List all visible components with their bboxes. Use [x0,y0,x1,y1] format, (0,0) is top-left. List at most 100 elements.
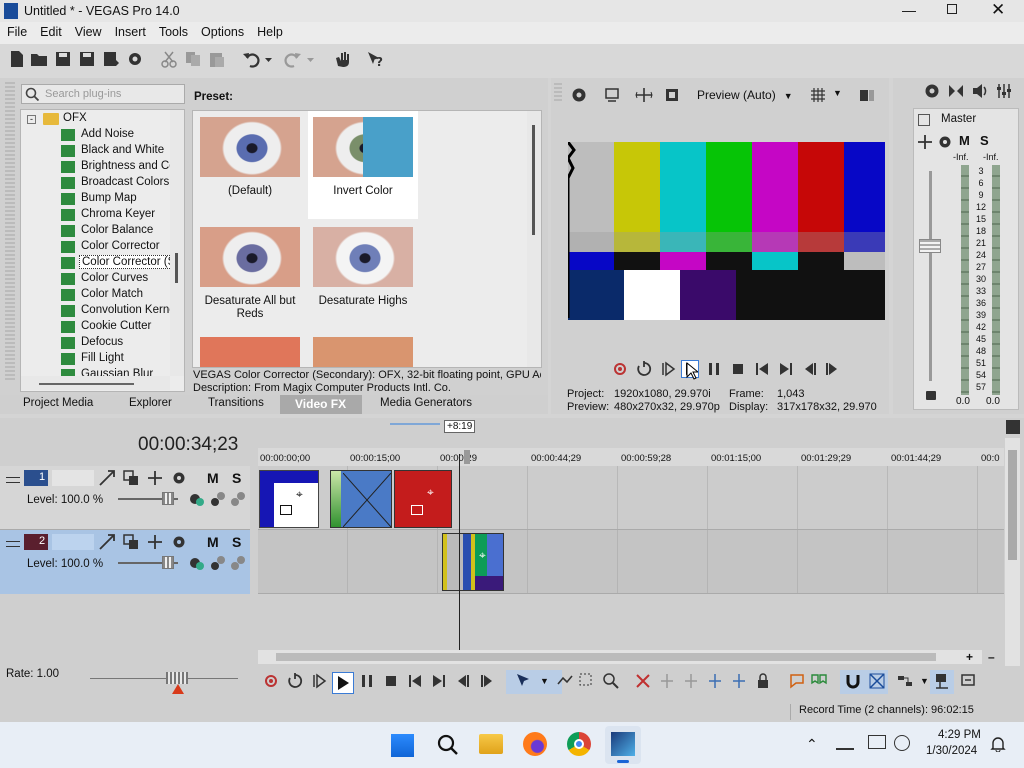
search-input[interactable]: Search plug-ins [21,84,185,104]
trim-start-icon[interactable] [682,672,700,690]
menu-file[interactable]: File [0,22,33,44]
preset-thumbnail[interactable] [308,331,418,367]
video-clip[interactable] [330,470,392,528]
tree-hscrollbar[interactable] [21,376,170,390]
playback-cursor[interactable] [459,454,460,650]
redo-dropdown-icon[interactable] [306,50,316,70]
ripple-edit-icon[interactable] [896,672,914,690]
track-motion-icon[interactable] [98,469,116,487]
trim-icon[interactable] [658,672,676,690]
preset-thumbnail-selected[interactable]: Invert Color [308,111,418,219]
blend-mode-icon[interactable] [188,490,206,508]
track-header-2[interactable]: 2 M S Level: 100.0 % [0,530,250,594]
clock-time[interactable]: 4:29 PM [938,729,981,741]
marker-bar-icon[interactable] [1006,420,1020,434]
new-icon[interactable] [8,50,28,70]
video-clip-selected[interactable]: ⌖ [442,533,504,591]
menu-edit[interactable]: Edit [33,22,68,44]
file-explorer-icon[interactable] [479,734,503,754]
menu-view[interactable]: View [68,22,108,44]
next-frame-icon[interactable] [478,672,496,690]
loop-icon[interactable] [635,360,653,378]
plugin-item[interactable]: Color Curves [61,271,184,287]
ignore-grouping-icon[interactable] [960,672,978,690]
parent-composite-icon[interactable] [209,554,227,572]
collapse-track-icon[interactable] [6,477,20,483]
parent-composite-icon[interactable] [209,490,227,508]
insert-marker-icon[interactable] [788,672,806,690]
plugin-item[interactable]: Color Match [61,287,184,303]
menu-tools[interactable]: Tools [152,22,194,44]
plugin-item[interactable]: Bump Map [61,191,184,207]
timeline-ruler[interactable]: 00:00:00;00 00:00:15;00 00:00:29 00:00:4… [258,448,1004,466]
go-to-end-icon[interactable] [777,360,795,378]
video-clip[interactable]: ⌖ [394,470,452,528]
track-solo-button[interactable]: S [232,470,241,486]
rate-slider[interactable] [90,672,238,694]
save-as-icon[interactable] [78,50,98,70]
plugin-item[interactable]: Color Corrector [61,239,184,255]
master-bypass-checkbox[interactable] [918,114,930,126]
play-icon[interactable] [332,672,354,694]
lock-envelopes-icon[interactable] [934,672,952,690]
tab-media-generators[interactable]: Media Generators [380,397,472,409]
track-composite-icon[interactable] [122,533,140,551]
track-motion-icon[interactable] [98,533,116,551]
master-fader-handle[interactable] [919,239,941,253]
start-icon[interactable] [390,733,414,757]
stop-icon[interactable] [729,360,747,378]
search-icon[interactable] [436,733,460,757]
play-from-start-icon[interactable] [310,672,328,690]
previous-frame-icon[interactable] [454,672,472,690]
track-composite-icon[interactable] [122,469,140,487]
track-gear-icon[interactable] [170,533,188,551]
play-from-start-icon[interactable] [659,360,677,378]
collapse-track-icon[interactable] [6,541,20,547]
tree-vscrollbar[interactable] [170,110,184,376]
snapping-icon[interactable] [844,672,862,690]
previous-frame-icon[interactable] [801,360,819,378]
grid-icon[interactable] [809,86,827,104]
vegas-taskbar-icon[interactable] [605,726,641,764]
whats-this-help-icon[interactable]: ? [366,50,386,70]
lock-icon[interactable] [926,391,936,400]
selection-tool-icon[interactable] [578,672,596,690]
crop-icon[interactable]: ⌖ [479,548,486,563]
save-icon[interactable] [54,50,74,70]
auto-crossfade-icon[interactable] [868,672,886,690]
preset-thumbnail[interactable] [195,331,305,367]
child-composite-icon[interactable] [229,554,247,572]
record-icon[interactable] [611,360,629,378]
next-frame-icon[interactable] [823,360,841,378]
firefox-icon[interactable] [523,732,547,756]
menu-insert[interactable]: Insert [108,22,152,44]
properties-gear-icon[interactable] [126,50,146,70]
child-composite-icon[interactable] [229,490,247,508]
track-name-input[interactable] [52,534,94,550]
overlay-icon[interactable] [663,86,681,104]
stop-icon[interactable] [382,672,400,690]
track-fx-icon[interactable] [146,469,164,487]
zoom-out-icon[interactable]: – [988,650,995,664]
chrome-icon[interactable] [567,732,591,756]
level-slider[interactable] [118,556,178,569]
display-icon[interactable] [868,735,886,749]
playhead-handle[interactable] [464,450,470,464]
hand-icon[interactable] [334,50,354,70]
go-to-end-icon[interactable] [430,672,448,690]
preview-quality-dropdown[interactable]: Preview (Auto) ▼ [697,88,793,102]
speaker-icon[interactable] [971,82,989,100]
render-icon[interactable] [102,50,122,70]
plugin-item[interactable]: Convolution Kerne [61,303,184,319]
volume-muted-icon[interactable] [894,735,910,751]
preset-thumbnail[interactable]: (Default) [195,111,305,219]
plugin-item[interactable]: Color Balance [61,223,184,239]
mixer-insert-icon[interactable] [995,82,1013,100]
notification-bell-icon[interactable] [990,736,1006,752]
plugin-item[interactable]: Broadcast Colors [61,175,184,191]
track-mute-button[interactable]: M [207,534,219,550]
preview-gear-icon[interactable] [570,86,588,104]
clip-fx-icon[interactable] [411,505,423,515]
edit-tool-dropdown-icon[interactable]: ▼ [540,676,549,686]
preset-thumbnail[interactable]: Desaturate All but Reds [195,221,305,329]
